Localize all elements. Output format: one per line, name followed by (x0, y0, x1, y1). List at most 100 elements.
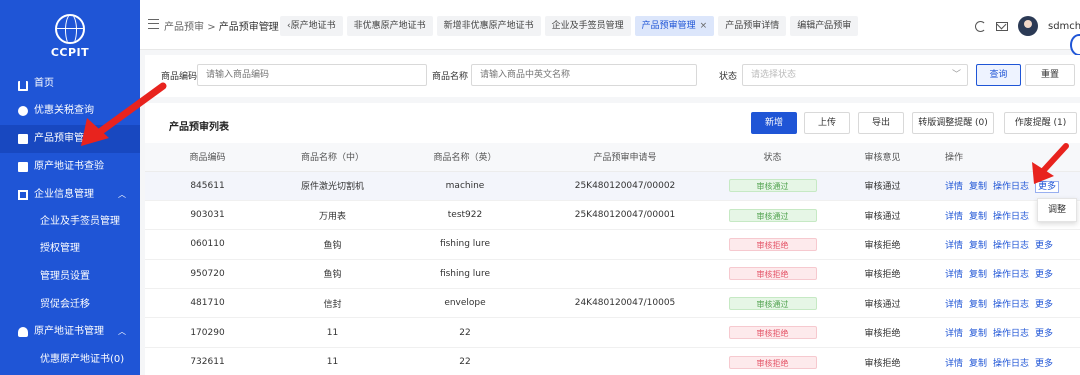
sidebar-item-ccpit-migration[interactable]: 贸促会迁移 (0, 291, 140, 319)
cell-name-cn: 鱼钩 (270, 259, 395, 290)
detail-link[interactable]: 详情 (945, 241, 963, 251)
table-row[interactable]: 845611 原件激光切割机 machine 25K480120047/0000… (145, 171, 1080, 201)
table-row[interactable]: 481710 信封 envelope 24K480120047/10005 审核… (145, 288, 1080, 319)
detail-link[interactable]: 详情 (945, 300, 963, 310)
log-link[interactable]: 操作日志 (993, 359, 1029, 369)
table-row[interactable]: 060110 鱼钩 fishing lure 审核拒绝 审核拒绝 详情 复制 操作日… (145, 229, 1080, 260)
tab-add-non-preferential-certificate[interactable]: 新增非优惠原产地证书 (436, 16, 541, 36)
cell-apply-no: 25K480120047/00001 (535, 200, 715, 231)
tab-bar: ‹原产地证书 非优惠原产地证书 新增非优惠原产地证书 企业及手签员管理 产品预审… (280, 16, 859, 36)
cell-code: 060110 (145, 229, 270, 260)
floating-assistant-icon[interactable] (1070, 34, 1080, 56)
copy-link[interactable]: 复制 (969, 359, 987, 369)
sidebar-item-label: 首页 (34, 78, 54, 89)
tab-next-arrow[interactable]: › (823, 17, 828, 31)
reset-button[interactable]: 重置 (1025, 64, 1075, 86)
cell-ops: 详情 复制 操作日志 更多 (935, 317, 1080, 348)
ccpit-logo[interactable]: CCPIT (42, 14, 98, 62)
cell-opinion: 审核通过 (830, 200, 935, 231)
tab-label: 企业及手签员管理 (551, 21, 624, 31)
top-right-tools: sdmch1 (975, 14, 1080, 38)
add-button[interactable]: 新增 (751, 112, 797, 134)
more-link[interactable]: 更多 (1035, 329, 1053, 339)
more-link[interactable]: 更多 (1035, 241, 1053, 251)
tab-label: 产品预审管理 (641, 21, 696, 31)
cell-status: 审核通过 (715, 288, 830, 319)
sidebar-item-certificate-check[interactable]: 原产地证书查验 (0, 153, 140, 181)
cell-ops: 详情 复制 操作日志 更多 (935, 347, 1080, 375)
name-input[interactable] (471, 64, 697, 86)
log-link[interactable]: 操作日志 (993, 212, 1029, 222)
menu-icon[interactable] (148, 19, 159, 29)
username[interactable]: sdmch1 (1048, 21, 1080, 32)
detail-link[interactable]: 详情 (945, 212, 963, 222)
sidebar-item-authorization[interactable]: 授权管理 (0, 235, 140, 263)
cell-apply-no (535, 259, 715, 290)
transfer-reminder-button[interactable]: 转版调整提醒 (0) (912, 112, 994, 134)
tab-product-review-detail[interactable]: 产品预审详情 (718, 16, 787, 36)
product-review-table: 商品编码 商品名称（中） 商品名称（英） 产品预审申请号 状态 审核意见 操作 … (145, 143, 1080, 375)
tab-origin-certificate[interactable]: ‹原产地证书 (280, 16, 343, 36)
table-row[interactable]: 170290 11 22 审核拒绝 审核拒绝 详情 复制 操作日志 更多 (145, 317, 1080, 348)
copy-link[interactable]: 复制 (969, 241, 987, 251)
log-link[interactable]: 操作日志 (993, 329, 1029, 339)
avatar[interactable] (1018, 16, 1038, 36)
sidebar-item-admin-settings[interactable]: 管理员设置 (0, 263, 140, 291)
more-link[interactable]: 更多 (1035, 359, 1053, 369)
copy-link[interactable]: 复制 (969, 182, 987, 192)
table-row[interactable]: 903031 万用表 test922 25K480120047/00001 审核… (145, 200, 1080, 231)
status-badge: 审核拒绝 (728, 267, 817, 281)
export-button[interactable]: 导出 (858, 112, 904, 134)
cell-name-cn: 11 (270, 317, 395, 348)
more-link[interactable]: 更多 (1035, 270, 1053, 280)
tab-product-review-management[interactable]: 产品预审管理 × (634, 16, 715, 36)
detail-link[interactable]: 详情 (945, 359, 963, 369)
tab-non-preferential-certificate[interactable]: 非优惠原产地证书 (346, 16, 433, 36)
copy-link[interactable]: 复制 (969, 270, 987, 280)
table-row[interactable]: 950720 鱼钩 fishing lure 审核拒绝 审核拒绝 详情 复制 操作日… (145, 259, 1080, 290)
detail-link[interactable]: 详情 (945, 270, 963, 280)
void-reminder-button[interactable]: 作废提醒 (1) (1004, 112, 1077, 134)
sidebar-item-certificate-management[interactable]: 原产地证书管理 ︿ (0, 318, 140, 346)
cell-name-cn: 11 (270, 347, 395, 375)
status-badge: 审核通过 (728, 208, 817, 222)
sidebar-item-label: 管理员设置 (40, 271, 90, 282)
more-link[interactable]: 更多 (1035, 300, 1053, 310)
sidebar-item-company-info[interactable]: 企业信息管理 ︿ (0, 181, 140, 209)
sidebar-item-preferential-certificate[interactable]: 优惠原产地证书(0) (0, 346, 140, 374)
refresh-icon[interactable] (975, 20, 986, 32)
breadcrumb-parent[interactable]: 产品预审 (164, 22, 204, 33)
cell-code: 481710 (145, 288, 270, 319)
globe-icon (55, 14, 85, 44)
log-link[interactable]: 操作日志 (993, 270, 1029, 280)
box-icon (18, 134, 28, 144)
column-header: 审核意见 (830, 143, 935, 172)
mail-icon[interactable] (996, 21, 1008, 31)
code-input[interactable] (197, 64, 427, 86)
log-link[interactable]: 操作日志 (993, 241, 1029, 251)
copy-link[interactable]: 复制 (969, 329, 987, 339)
sidebar-item-signatory-management[interactable]: 企业及手签员管理 (0, 208, 140, 236)
table-row[interactable]: 732611 11 22 审核拒绝 审核拒绝 详情 复制 操作日志 更多 (145, 347, 1080, 375)
tab-label: 新增非优惠原产地证书 (443, 21, 534, 31)
upload-button[interactable]: 上传 (804, 112, 850, 134)
detail-link[interactable]: 详情 (945, 329, 963, 339)
copy-link[interactable]: 复制 (969, 300, 987, 310)
query-button[interactable]: 查询 (976, 64, 1021, 86)
user-icon (18, 327, 28, 337)
name-label: 商品名称 (432, 72, 469, 82)
log-link[interactable]: 操作日志 (993, 300, 1029, 310)
cell-status: 审核拒绝 (715, 259, 830, 290)
tab-prev-arrow[interactable]: ‹ (266, 17, 271, 31)
cell-ops: 详情 复制 操作日志 更多 (935, 229, 1080, 260)
copy-link[interactable]: 复制 (969, 212, 987, 222)
detail-link[interactable]: 详情 (945, 182, 963, 192)
tab-label: ‹原产地证书 (287, 21, 336, 31)
cell-name-en: test922 (395, 200, 535, 231)
more-dropdown-item-adjust[interactable]: 调整 (1037, 198, 1077, 222)
tab-signatory-management[interactable]: 企业及手签员管理 (544, 16, 631, 36)
cell-name-en: envelope (395, 288, 535, 319)
status-select[interactable]: 请选择状态 ﹀ (742, 64, 968, 86)
close-icon[interactable]: × (700, 21, 708, 31)
cell-apply-no (535, 317, 715, 348)
